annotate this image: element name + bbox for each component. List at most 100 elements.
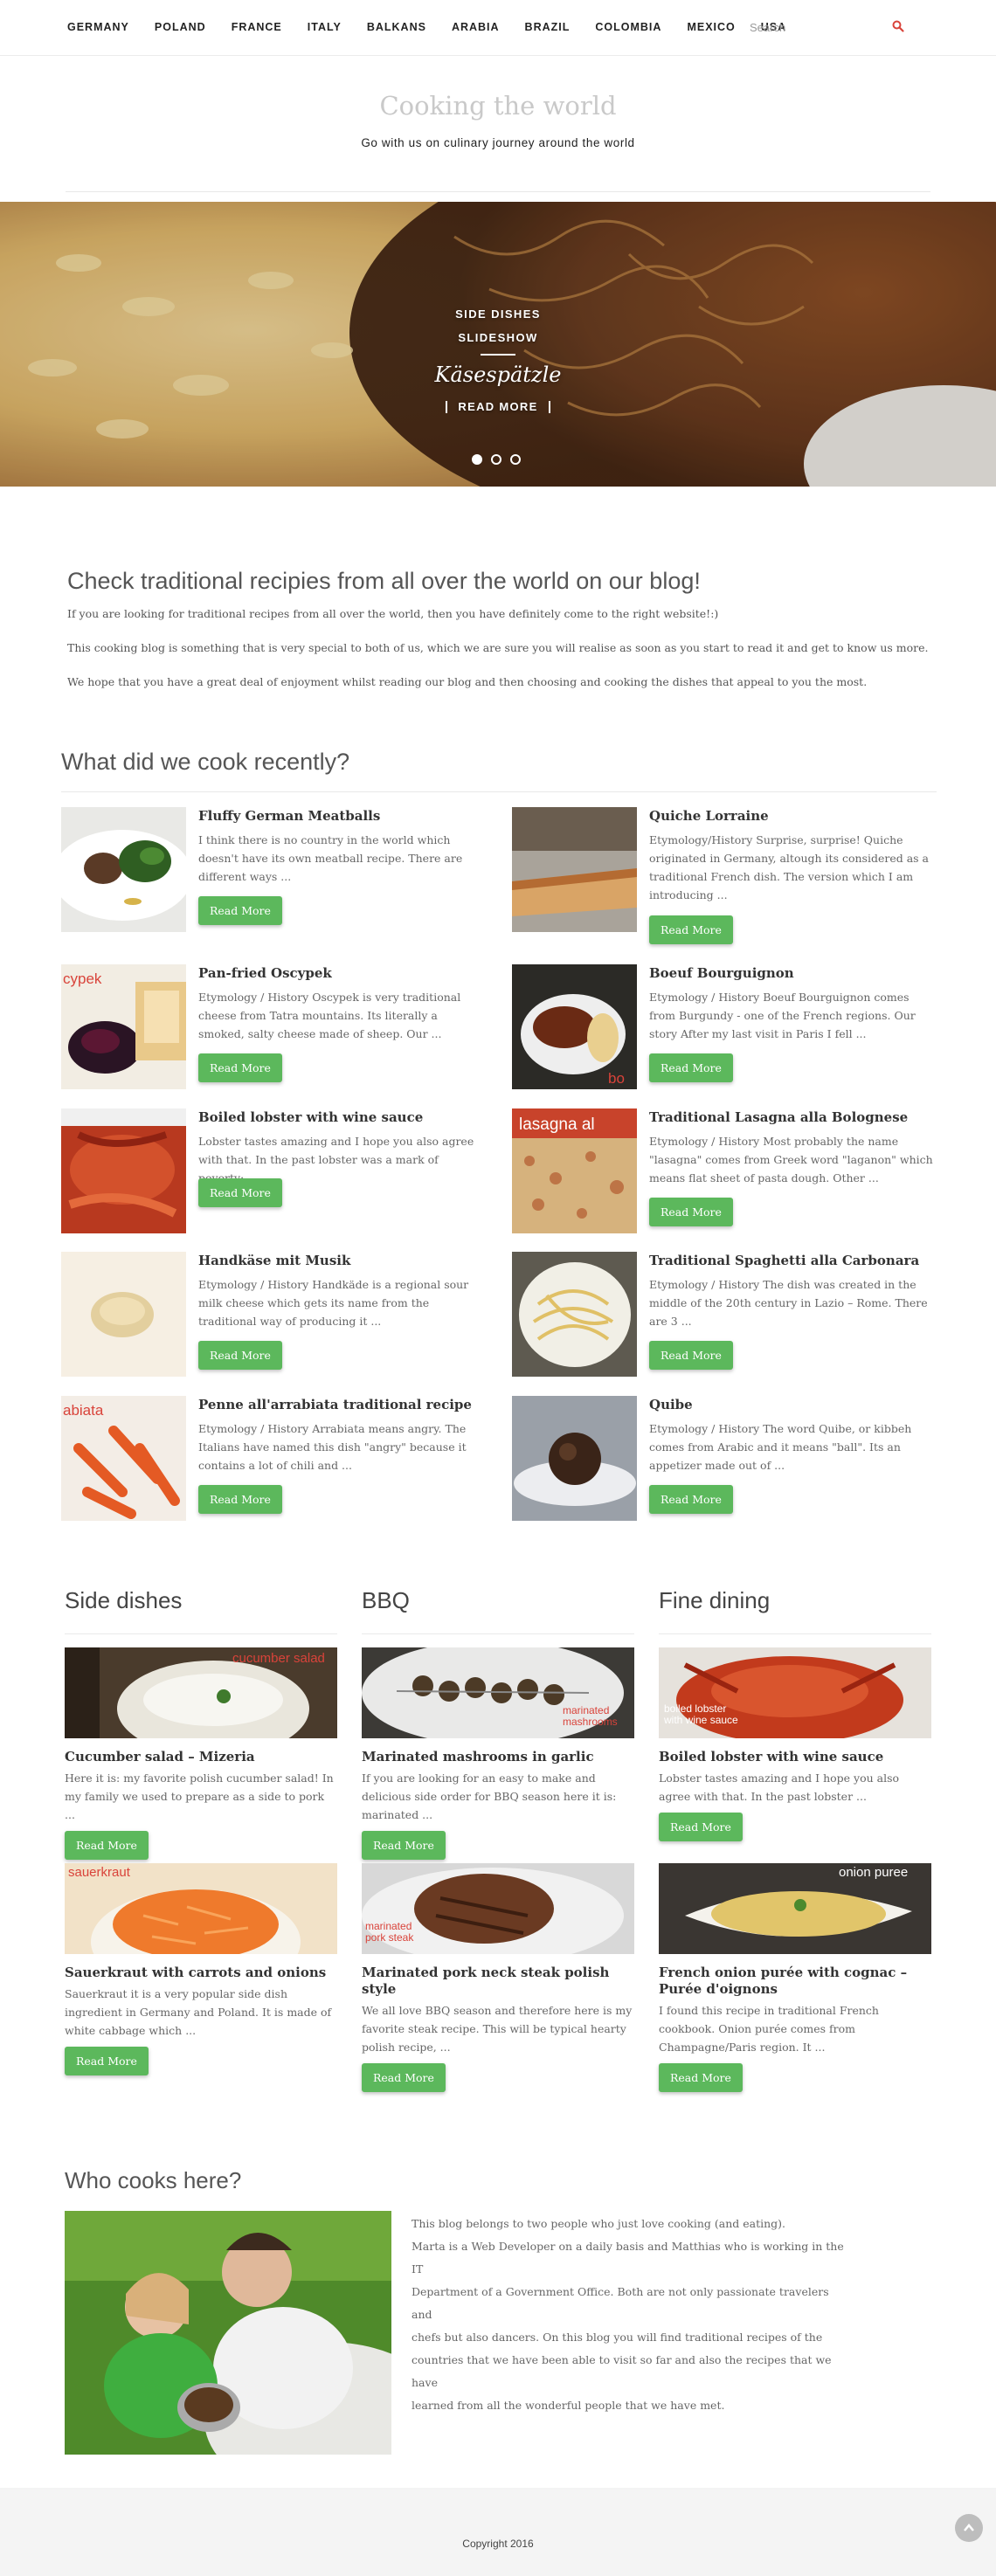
post-title[interactable]: Traditional Spaghetti alla Carbonara xyxy=(649,1253,937,1268)
post-title[interactable]: Traditional Lasagna alla Bolognese xyxy=(649,1109,937,1125)
image-label: sauerkraut xyxy=(68,1865,130,1880)
read-more-button[interactable]: Read More xyxy=(65,1831,149,1860)
hero-title[interactable]: Käsespätzle xyxy=(0,363,996,387)
slider-dot-3[interactable] xyxy=(510,454,521,465)
post-excerpt: I think there is no country in the world… xyxy=(198,833,463,883)
post-title[interactable]: Quibe xyxy=(649,1397,937,1412)
read-more-button[interactable]: Read More xyxy=(65,2047,149,2075)
read-more-button[interactable]: Read More xyxy=(362,1831,446,1860)
nav-item-france[interactable]: FRANCE xyxy=(232,21,282,33)
post-thumbnail[interactable]: cypek xyxy=(61,964,186,1089)
post-image[interactable]: boiled lobster with wine sauce xyxy=(659,1647,931,1738)
nav-item-arabia[interactable]: ARABIA xyxy=(452,21,500,33)
search-input[interactable] xyxy=(750,16,911,38)
hero-category-slideshow[interactable]: SLIDESHOW xyxy=(0,326,996,349)
image-label-line: marinated xyxy=(365,1920,412,1932)
recent-heading: What did we cook recently? xyxy=(61,749,350,775)
post-thumbnail[interactable]: lasagna al xyxy=(512,1108,637,1233)
read-more-button[interactable]: Read More xyxy=(198,896,282,925)
category-divider xyxy=(659,1633,931,1634)
nav-item-italy[interactable]: ITALY xyxy=(308,21,342,33)
image-label: marinated pork steak xyxy=(365,1921,413,1944)
post-thumbnail[interactable]: bo xyxy=(512,964,637,1089)
read-more-button[interactable]: Read More xyxy=(198,1053,282,1082)
slider-dot-2[interactable] xyxy=(491,454,501,465)
read-more-button[interactable]: Read More xyxy=(659,2063,743,2092)
image-label-line: marinated xyxy=(563,1704,610,1716)
nav-item-brazil[interactable]: BRAZIL xyxy=(525,21,571,33)
post-title[interactable]: Quiche Lorraine xyxy=(649,808,937,824)
copyright-text: Copyright 2016 xyxy=(462,2538,534,2550)
category-post: marinated mashrooms Marinated mashrooms i… xyxy=(362,1647,634,1860)
read-more-button[interactable]: Read More xyxy=(649,915,733,944)
thumbnail-label: bo xyxy=(608,1070,625,1087)
category-heading-fine-dining[interactable]: Fine dining xyxy=(659,1587,770,1614)
hero-caption: SIDE DISHES SLIDESHOW Käsespätzle READ M… xyxy=(0,302,996,414)
post-image[interactable]: marinated pork steak xyxy=(362,1863,634,1954)
who-description: This blog belongs to two people who just… xyxy=(412,2213,848,2417)
post-excerpt: If you are looking for an easy to make a… xyxy=(362,1771,617,1821)
post-thumbnail[interactable] xyxy=(512,1252,637,1377)
post-title[interactable]: Penne all'arrabiata traditional recipe xyxy=(198,1397,487,1412)
category-heading-bbq[interactable]: BBQ xyxy=(362,1587,410,1614)
read-more-button[interactable]: Read More xyxy=(362,2063,446,2092)
post-title[interactable]: Pan-fried Oscypek xyxy=(198,965,487,981)
post-title[interactable]: Marinated mashrooms in garlic xyxy=(362,1749,634,1765)
read-more-button[interactable]: Read More xyxy=(659,1813,743,1841)
recent-post: Handkäse mit Musik Etymology / History H… xyxy=(61,1252,481,1378)
hero-category-side-dishes[interactable]: SIDE DISHES xyxy=(0,302,996,326)
read-more-button[interactable]: Read More xyxy=(649,1341,733,1370)
post-image[interactable]: onion puree xyxy=(659,1863,931,1954)
post-title[interactable]: Boeuf Bourguignon xyxy=(649,965,937,981)
post-title[interactable]: Fluffy German Meatballs xyxy=(198,808,487,824)
hero-read-more-link[interactable]: READ MORE xyxy=(446,401,550,413)
post-excerpt: We all love BBQ season and therefore her… xyxy=(362,2004,633,2054)
hero-slider[interactable]: SIDE DISHES SLIDESHOW Käsespätzle READ M… xyxy=(0,202,996,487)
category-heading-side-dishes[interactable]: Side dishes xyxy=(65,1587,182,1614)
site-tagline: Go with us on culinary journey around th… xyxy=(361,136,635,149)
post-thumbnail[interactable] xyxy=(61,1108,186,1233)
post-excerpt: Etymology / History Most probably the na… xyxy=(649,1135,933,1184)
post-excerpt: Etymology / History Handkäde is a region… xyxy=(198,1278,469,1328)
nav-item-mexico[interactable]: MEXICO xyxy=(687,21,735,33)
who-line: Department of a Government Office. Both … xyxy=(412,2285,829,2321)
post-title[interactable]: Sauerkraut with carrots and onions xyxy=(65,1965,337,1981)
read-more-button[interactable]: Read More xyxy=(649,1053,733,1082)
recent-post: bo Boeuf Bourguignon Etymology / History… xyxy=(512,964,931,1091)
post-image[interactable]: sauerkraut xyxy=(65,1863,337,1954)
recent-post: Fluffy German Meatballs I think there is… xyxy=(61,807,481,934)
read-more-button[interactable]: Read More xyxy=(198,1178,282,1207)
category-divider xyxy=(65,1633,337,1634)
post-title[interactable]: Handkäse mit Musik xyxy=(198,1253,487,1268)
post-thumbnail[interactable]: abiata xyxy=(61,1396,186,1521)
post-title[interactable]: Cucumber salad – Mizeria xyxy=(65,1749,337,1765)
read-more-button[interactable]: Read More xyxy=(198,1485,282,1514)
nav-item-germany[interactable]: GERMANY xyxy=(67,21,129,33)
slider-dot-1[interactable] xyxy=(472,454,482,465)
post-image[interactable]: cucumber salad xyxy=(65,1647,337,1738)
post-thumbnail[interactable] xyxy=(61,807,186,932)
post-title[interactable]: Boiled lobster with wine sauce xyxy=(198,1109,487,1125)
site-title[interactable]: Cooking the world xyxy=(0,91,996,121)
header-divider xyxy=(66,191,930,192)
back-to-top-button[interactable] xyxy=(955,2514,983,2542)
search-icon[interactable] xyxy=(891,19,905,33)
image-label-line: pork steak xyxy=(365,1931,414,1944)
footer xyxy=(0,2488,996,2576)
nav-item-balkans[interactable]: BALKANS xyxy=(367,21,426,33)
post-thumbnail[interactable] xyxy=(61,1252,186,1377)
read-more-button[interactable]: Read More xyxy=(649,1485,733,1514)
read-more-button[interactable]: Read More xyxy=(649,1198,733,1226)
nav-item-poland[interactable]: POLAND xyxy=(155,21,206,33)
post-excerpt: Lobster tastes amazing and I hope you al… xyxy=(659,1771,900,1803)
nav-item-colombia[interactable]: COLOMBIA xyxy=(595,21,661,33)
post-title[interactable]: Marinated pork neck steak polish style xyxy=(362,1965,634,1998)
post-title[interactable]: Boiled lobster with wine sauce xyxy=(659,1749,931,1765)
post-title[interactable]: French onion purée with cognac – Purée d… xyxy=(659,1965,931,1998)
post-thumbnail[interactable] xyxy=(512,807,637,932)
read-more-button[interactable]: Read More xyxy=(198,1341,282,1370)
country-menu: GERMANY POLAND FRANCE ITALY BALKANS ARAB… xyxy=(67,0,812,54)
post-thumbnail[interactable] xyxy=(512,1396,637,1521)
post-image[interactable]: marinated mashrooms xyxy=(362,1647,634,1738)
post-excerpt: Etymology / History The dish was created… xyxy=(649,1278,928,1328)
